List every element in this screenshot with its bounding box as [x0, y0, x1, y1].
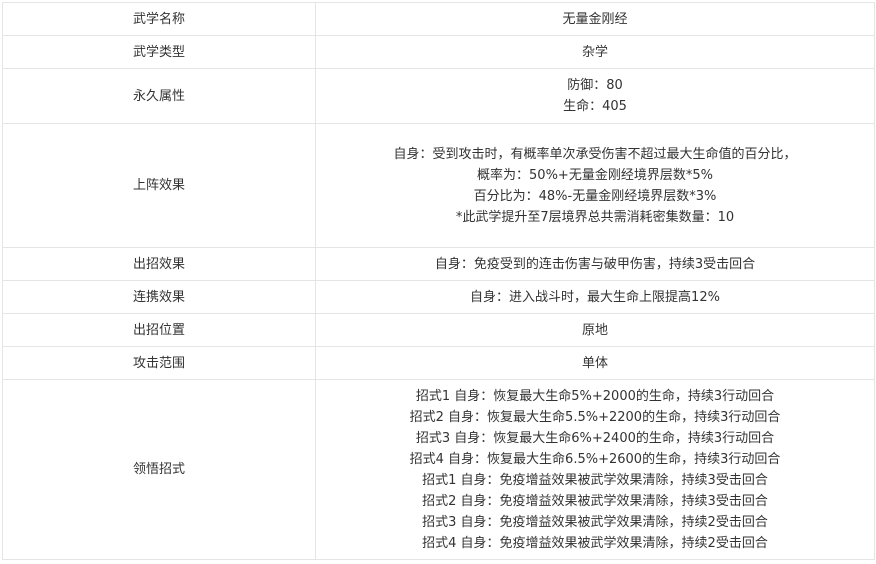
value-line: 单体: [581, 355, 608, 371]
row-label: 攻击范围: [2, 346, 316, 380]
row-value: 单体: [315, 346, 875, 380]
table-row-learned-moves: 领悟招式 招式1 自身：恢复最大生命5%+2000的生命，持续3行动回合 招式2…: [2, 379, 875, 560]
value-line: 招式3 自身：恢复最大生命6%+2400的生命，持续3行动回合: [415, 430, 775, 446]
row-label: 连携效果: [2, 280, 316, 314]
table-row-move-position: 出招位置 原地: [2, 313, 875, 347]
value-line: 招式1 自身：恢复最大生命5%+2000的生命，持续3行动回合: [415, 388, 775, 404]
row-value: 自身：受到攻击时，有概率单次承受伤害不超过最大生命值的百分比， 概率为：50%+…: [315, 123, 875, 248]
row-value: 招式1 自身：恢复最大生命5%+2000的生命，持续3行动回合 招式2 自身：恢…: [315, 379, 875, 560]
value-line: 招式2 自身：恢复最大生命5.5%+2200的生命，持续3行动回合: [409, 409, 781, 425]
row-value: 自身：进入战斗时，最大生命上限提高12%: [315, 280, 875, 314]
table-row-name: 武学名称 无量金刚经: [2, 2, 875, 36]
value-line: 杂学: [581, 44, 608, 60]
value-line: 百分比为：48%-无量金刚经境界层数*3%: [473, 188, 717, 204]
value-line: 招式1 自身：免疫增益效果被武学效果清除，持续3受击回合: [422, 472, 768, 488]
value-line: 自身：受到攻击时，有概率单次承受伤害不超过最大生命值的百分比，: [393, 146, 797, 162]
value-line: 招式4 自身：恢复最大生命6.5%+2600的生命，持续3行动回合: [409, 451, 781, 467]
table-row-attack-range: 攻击范围 单体: [2, 346, 875, 380]
table-row-battle-effect: 上阵效果 自身：受到攻击时，有概率单次承受伤害不超过最大生命值的百分比， 概率为…: [2, 123, 875, 248]
row-value: 无量金刚经: [315, 2, 875, 36]
row-value: 自身：免疫受到的连击伤害与破甲伤害，持续3受击回合: [315, 247, 875, 281]
table-row-combo-effect: 连携效果 自身：进入战斗时，最大生命上限提高12%: [2, 280, 875, 314]
row-label: 领悟招式: [2, 379, 316, 560]
row-label: 出招位置: [2, 313, 316, 347]
value-line: 自身：免疫受到的连击伤害与破甲伤害，持续3受击回合: [434, 256, 756, 272]
row-value: 杂学: [315, 35, 875, 69]
value-line: 自身：进入战斗时，最大生命上限提高12%: [470, 289, 720, 305]
value-line: 无量金刚经: [562, 11, 628, 27]
value-line: 生命：405: [563, 99, 627, 114]
row-label: 永久属性: [2, 68, 316, 124]
table-row-permanent-attributes: 永久属性 防御：80 生命：405: [2, 68, 875, 124]
value-line: 概率为：50%+无量金刚经境界层数*5%: [477, 167, 713, 183]
martial-art-info-table: 武学名称 无量金刚经 武学类型 杂学 永久属性 防御：80 生命：405 上阵效…: [2, 2, 875, 560]
value-line: 原地: [581, 322, 608, 338]
value-line: 招式4 自身：免疫增益效果被武学效果清除，持续2受击回合: [422, 535, 768, 551]
row-label: 出招效果: [2, 247, 316, 281]
row-label: 武学类型: [2, 35, 316, 69]
row-value: 原地: [315, 313, 875, 347]
value-line: *此武学提升至7层境界总共需消耗密集数量：10: [455, 209, 735, 225]
value-line: 招式3 自身：免疫增益效果被武学效果清除，持续2受击回合: [422, 514, 768, 530]
row-label: 武学名称: [2, 2, 316, 36]
value-line: 招式2 自身：免疫增益效果被武学效果清除，持续3受击回合: [422, 493, 768, 509]
table-row-move-effect: 出招效果 自身：免疫受到的连击伤害与破甲伤害，持续3受击回合: [2, 247, 875, 281]
value-line: 防御：80: [567, 78, 623, 93]
row-value: 防御：80 生命：405: [315, 68, 875, 124]
row-label: 上阵效果: [2, 123, 316, 248]
table-row-type: 武学类型 杂学: [2, 35, 875, 69]
